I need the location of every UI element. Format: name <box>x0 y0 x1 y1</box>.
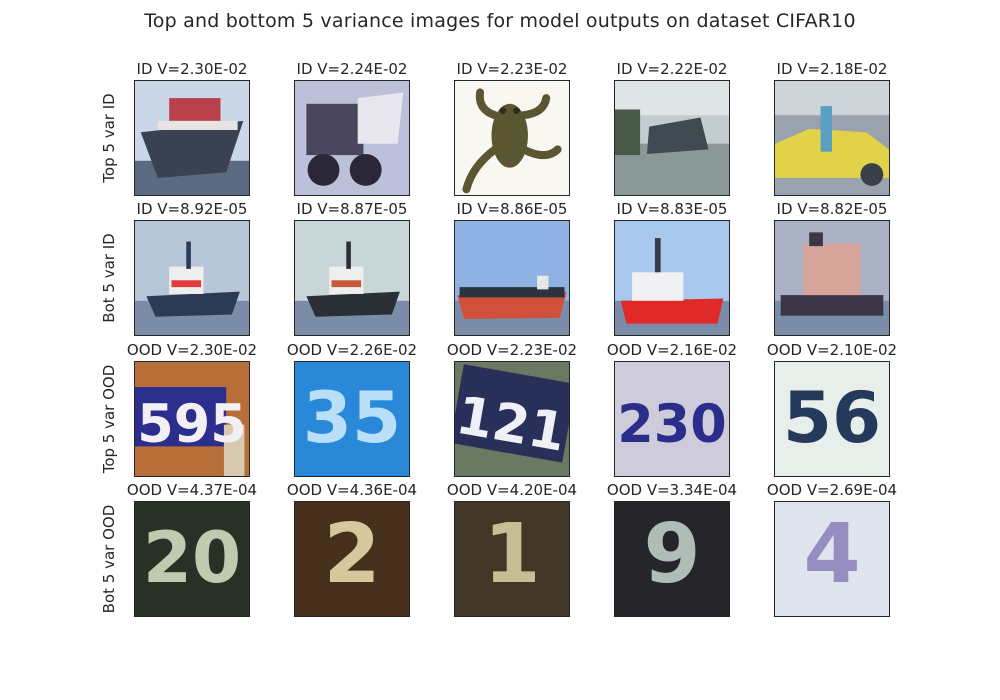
image-thumbnail <box>614 220 730 336</box>
image-cell: ID V=2.23E-02 <box>442 60 582 196</box>
image-title: ID V=8.92E-05 <box>136 200 248 218</box>
svg-text:9: 9 <box>643 507 700 602</box>
image-cell: OOD V=4.20E-04 1 <box>442 481 582 617</box>
svg-text:595: 595 <box>137 394 246 455</box>
ship-dark-hull-image <box>295 221 409 335</box>
image-thumbnail <box>134 220 250 336</box>
digits-20-image: 20 <box>135 502 249 616</box>
image-cell: ID V=2.30E-02 <box>122 60 262 196</box>
digits-595-image: 595 <box>135 362 249 476</box>
image-cell: ID V=8.87E-05 <box>282 200 422 336</box>
image-cell: ID V=2.18E-02 <box>762 60 902 196</box>
ship-red-deck-image <box>135 81 249 195</box>
image-title: OOD V=2.23E-02 <box>446 341 578 359</box>
image-title: OOD V=2.69E-04 <box>766 481 898 499</box>
image-thumbnail: 35 <box>294 361 410 477</box>
image-cell: OOD V=2.26E-02 35 <box>282 341 422 477</box>
row-label: Top 5 var OOD <box>100 364 118 474</box>
svg-text:230: 230 <box>617 394 726 455</box>
image-thumbnail: 1 <box>454 501 570 617</box>
row-label: Top 5 var ID <box>100 93 118 183</box>
figure: Top and bottom 5 variance images for mod… <box>0 0 1000 700</box>
image-title: OOD V=2.26E-02 <box>286 341 418 359</box>
image-cell: ID V=8.83E-05 <box>602 200 742 336</box>
image-thumbnail <box>294 80 410 196</box>
pink-ship-image <box>775 221 889 335</box>
image-title: ID V=8.87E-05 <box>296 200 408 218</box>
image-thumbnail <box>774 220 890 336</box>
image-thumbnail <box>454 80 570 196</box>
image-title: ID V=8.82E-05 <box>776 200 888 218</box>
svg-text:56: 56 <box>783 376 881 459</box>
image-thumbnail <box>294 220 410 336</box>
image-title: ID V=8.86E-05 <box>456 200 568 218</box>
digits-1-image: 1 <box>455 502 569 616</box>
digits-121-image: 121 <box>455 362 569 476</box>
image-cell: OOD V=2.16E-02 230 <box>602 341 742 477</box>
svg-text:4: 4 <box>803 507 860 602</box>
image-title: OOD V=2.30E-02 <box>126 341 258 359</box>
row-label: Bot 5 var OOD <box>100 504 118 614</box>
svg-text:2: 2 <box>323 507 380 602</box>
image-title: ID V=2.30E-02 <box>136 60 248 78</box>
digits-9-image: 9 <box>615 502 729 616</box>
image-thumbnail: 4 <box>774 501 890 617</box>
image-thumbnail: 2 <box>294 501 410 617</box>
image-thumbnail <box>774 80 890 196</box>
image-thumbnail: 56 <box>774 361 890 477</box>
image-cell: ID V=2.24E-02 <box>282 60 422 196</box>
image-cell: OOD V=2.10E-02 56 <box>762 341 902 477</box>
image-thumbnail <box>454 220 570 336</box>
digits-56-image: 56 <box>775 362 889 476</box>
image-cell: OOD V=2.23E-02 121 <box>442 341 582 477</box>
svg-text:1: 1 <box>483 507 540 602</box>
image-cell: ID V=8.92E-05 <box>122 200 262 336</box>
image-thumbnail <box>134 80 250 196</box>
image-thumbnail: 9 <box>614 501 730 617</box>
image-thumbnail <box>614 80 730 196</box>
image-title: OOD V=2.16E-02 <box>606 341 738 359</box>
image-title: OOD V=3.34E-04 <box>606 481 738 499</box>
image-cell: OOD V=4.37E-04 20 <box>122 481 262 617</box>
image-title: ID V=2.18E-02 <box>776 60 888 78</box>
cargo-ship-image <box>455 221 569 335</box>
yellow-car-image <box>775 81 889 195</box>
image-title: ID V=2.24E-02 <box>296 60 408 78</box>
image-thumbnail: 595 <box>134 361 250 477</box>
image-title: ID V=2.22E-02 <box>616 60 728 78</box>
boat-on-water-image <box>615 81 729 195</box>
image-cell: OOD V=2.30E-02 595 <box>122 341 262 477</box>
digits-2-image: 2 <box>295 502 409 616</box>
digits-4-image: 4 <box>775 502 889 616</box>
image-cell: OOD V=3.34E-04 9 <box>602 481 742 617</box>
svg-text:35: 35 <box>303 376 401 459</box>
digits-230-image: 230 <box>615 362 729 476</box>
image-thumbnail: 121 <box>454 361 570 477</box>
image-title: ID V=8.83E-05 <box>616 200 728 218</box>
image-title: OOD V=4.36E-04 <box>286 481 418 499</box>
row-label: Bot 5 var ID <box>100 233 118 323</box>
image-cell: OOD V=4.36E-04 2 <box>282 481 422 617</box>
image-title: OOD V=4.37E-04 <box>126 481 258 499</box>
image-cell: OOD V=2.69E-04 4 <box>762 481 902 617</box>
red-ship-image <box>615 221 729 335</box>
dump-truck-image <box>295 81 409 195</box>
image-thumbnail: 230 <box>614 361 730 477</box>
image-title: OOD V=2.10E-02 <box>766 341 898 359</box>
tugboat-image <box>135 221 249 335</box>
image-thumbnail: 20 <box>134 501 250 617</box>
image-cell: ID V=2.22E-02 <box>602 60 742 196</box>
digits-35-image: 35 <box>295 362 409 476</box>
image-title: ID V=2.23E-02 <box>456 60 568 78</box>
image-cell: ID V=8.86E-05 <box>442 200 582 336</box>
image-title: OOD V=4.20E-04 <box>446 481 578 499</box>
frog-image <box>455 81 569 195</box>
image-cell: ID V=8.82E-05 <box>762 200 902 336</box>
svg-text:20: 20 <box>143 516 241 599</box>
figure-title: Top and bottom 5 variance images for mod… <box>144 10 856 32</box>
